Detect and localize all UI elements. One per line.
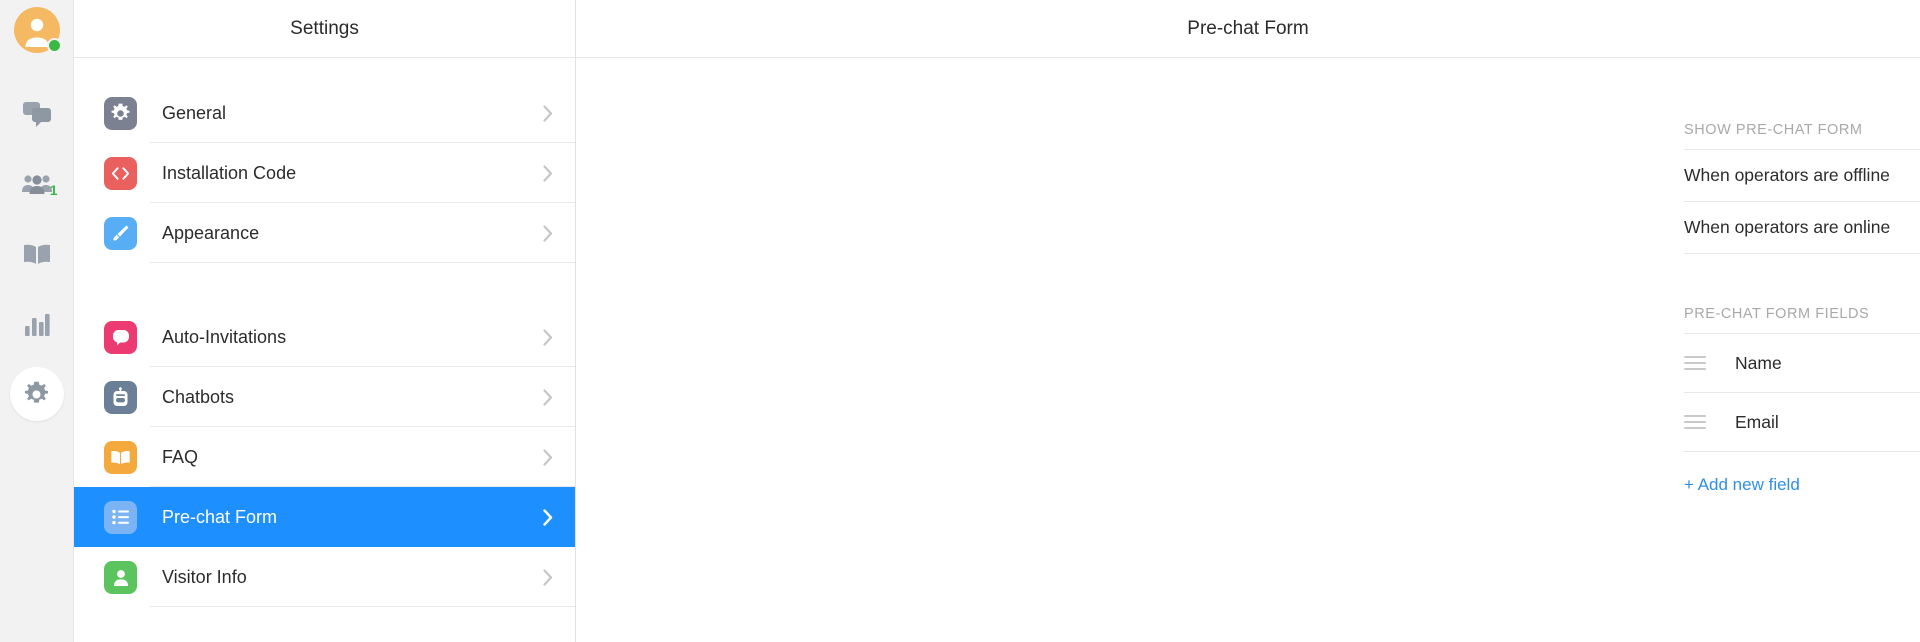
chevron-right-icon (543, 448, 553, 466)
visitors-count-badge: 1 (49, 182, 58, 198)
rail-item-analytics[interactable] (10, 297, 64, 351)
sidebar-item-label: FAQ (162, 446, 199, 467)
rail-item-settings[interactable] (9, 367, 64, 421)
drag-handle-icon[interactable] (1684, 356, 1706, 370)
add-new-field-link[interactable]: + Add new field (1684, 475, 1800, 495)
settings-header-title: Settings (74, 0, 575, 58)
sidebar-item-pre-chat-form[interactable]: Pre-chat Form (74, 487, 575, 547)
toggle-label: When operators are offline (1684, 165, 1890, 185)
toggle-row-operators-online: When operators are online (1684, 202, 1920, 254)
field-name: Name (1735, 352, 1782, 373)
sidebar-item-label: General (162, 102, 227, 123)
page-title: Pre-chat Form (576, 0, 1920, 58)
chevron-right-icon (543, 568, 553, 586)
chevron-right-icon (543, 104, 553, 122)
toggle-label: When operators are online (1684, 217, 1891, 237)
drag-handle-icon[interactable] (1684, 415, 1706, 429)
list-icon (104, 500, 137, 534)
settings-column: Settings General Installation Code Appea… (74, 0, 576, 642)
rail-item-visitors[interactable]: 1 (10, 157, 64, 211)
visitors-group-icon (21, 173, 53, 195)
gear-icon (23, 381, 50, 408)
avatar[interactable] (13, 7, 62, 53)
divider (150, 262, 575, 263)
chats-icon (22, 101, 51, 127)
settings-list: General Installation Code Appearance Aut… (74, 58, 575, 607)
chevron-right-icon (543, 508, 553, 526)
sidebar-item-faq[interactable]: FAQ (74, 427, 575, 487)
show-pre-chat-form-section-title: SHOW PRE-CHAT FORM (1684, 122, 1920, 150)
table-row: Name Required (1684, 334, 1920, 393)
sidebar-item-label: Pre-chat Form (162, 506, 278, 527)
group-separator (74, 263, 575, 307)
person-icon (104, 560, 137, 594)
sidebar-item-general[interactable]: General (74, 83, 575, 143)
paint-brush-icon (104, 216, 137, 250)
code-brackets-icon (104, 156, 137, 190)
chevron-right-icon (543, 388, 553, 406)
chevron-right-icon (543, 164, 553, 182)
table-row: Email Required (1684, 393, 1920, 452)
analytics-bars-icon (24, 312, 50, 336)
field-name: Email (1735, 411, 1779, 432)
sidebar-item-label: Auto-Invitations (162, 326, 287, 347)
chevron-right-icon (543, 328, 553, 346)
sidebar-item-label: Installation Code (162, 162, 297, 183)
speech-bubble-icon (104, 320, 137, 354)
open-book-icon (104, 440, 137, 474)
chevron-right-icon (543, 224, 553, 242)
robot-icon (104, 380, 137, 414)
app-window: 1 Settings General Installation Code App… (0, 0, 1920, 642)
sidebar-item-label: Appearance (162, 222, 260, 243)
detail-pane: Pre-chat Form SHOW PRE-CHAT FORM When op… (576, 0, 1920, 642)
sidebar-item-installation-code[interactable]: Installation Code (74, 143, 575, 203)
sidebar-item-visitor-info[interactable]: Visitor Info (74, 547, 575, 607)
presence-dot (46, 38, 62, 53)
sidebar-item-label: Chatbots (162, 386, 235, 407)
pre-chat-form-fields-section-title: PRE-CHAT FORM FIELDS (1684, 306, 1920, 334)
sidebar-item-auto-invitations[interactable]: Auto-Invitations (74, 307, 575, 367)
rail-item-chats[interactable] (10, 87, 64, 141)
toggle-row-operators-offline: When operators are offline (1684, 150, 1920, 202)
rail-item-knowledge-base[interactable] (10, 227, 64, 281)
pre-chat-form-panel: SHOW PRE-CHAT FORM When operators are of… (1684, 122, 1920, 495)
knowledge-book-icon (23, 243, 51, 266)
left-nav-rail: 1 (0, 0, 74, 642)
sidebar-item-appearance[interactable]: Appearance (74, 203, 575, 263)
gear-icon (104, 96, 137, 130)
divider (150, 606, 575, 607)
sidebar-item-chatbots[interactable]: Chatbots (74, 367, 575, 427)
sidebar-item-label: Visitor Info (162, 566, 247, 587)
detail-body: SHOW PRE-CHAT FORM When operators are of… (576, 58, 1920, 642)
